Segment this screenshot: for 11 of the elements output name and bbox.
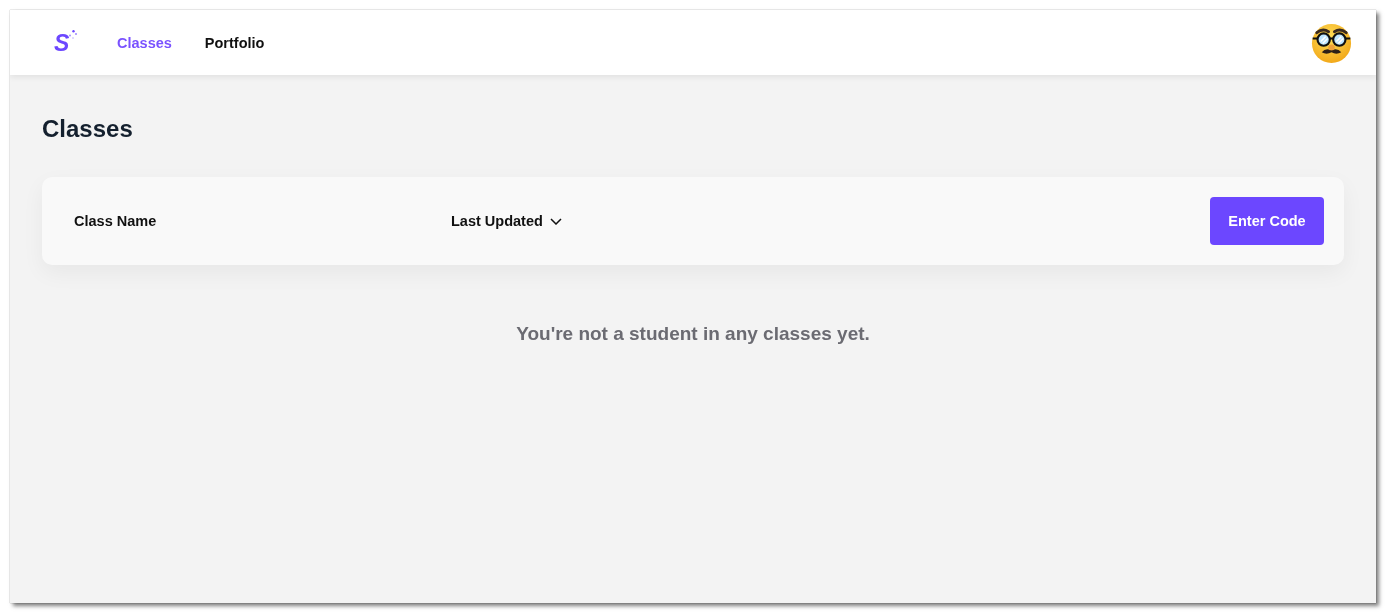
disguise-face-icon[interactable] — [1310, 21, 1353, 64]
nav-link[interactable]: Classes — [117, 34, 172, 51]
empty-state-message: You're not a student in any classes yet. — [515, 323, 871, 345]
chevron-down-icon — [549, 217, 562, 225]
enter-code-button[interactable]: Enter Code — [1210, 197, 1324, 245]
column-header: Class Name — [74, 213, 158, 229]
page-title: Classes — [42, 114, 133, 144]
logo-letter[interactable]: S — [54, 31, 70, 54]
nav-link[interactable]: Portfolio — [204, 34, 265, 51]
sparkle-dots-icon — [69, 29, 78, 39]
sort-dropdown[interactable]: Last Updated — [451, 213, 562, 229]
